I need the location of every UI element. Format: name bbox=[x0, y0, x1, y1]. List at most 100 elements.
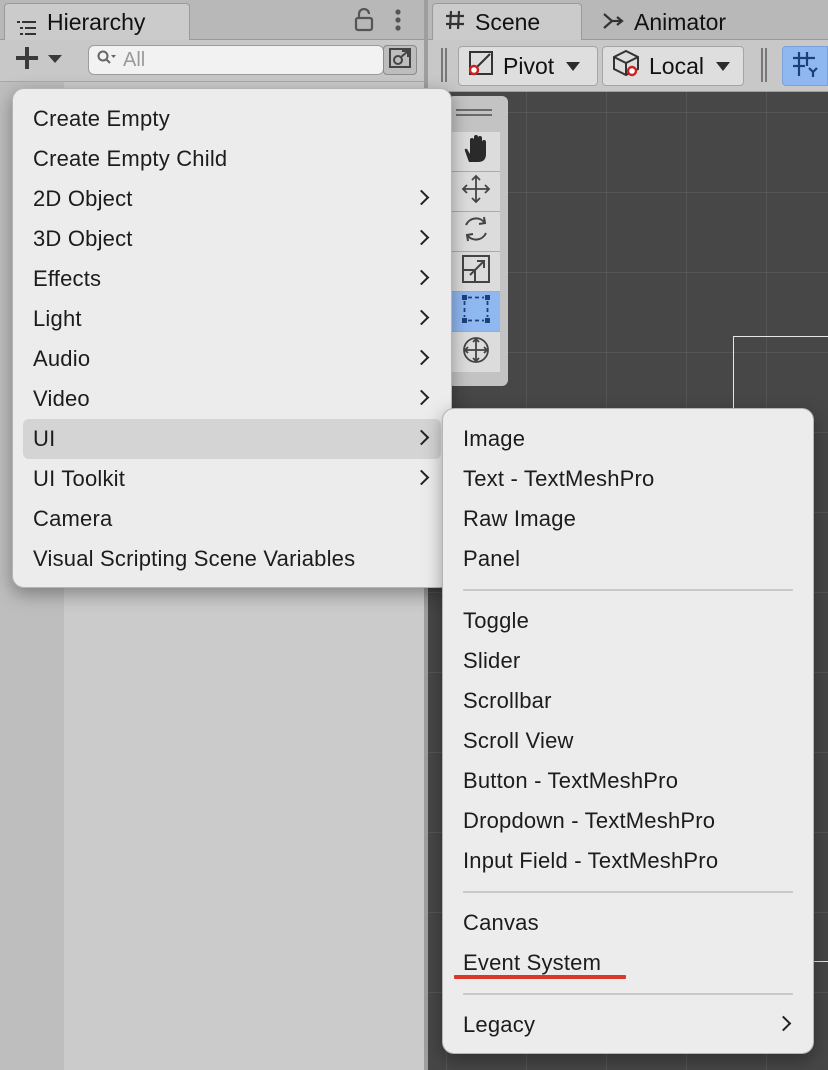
submenu-item-text-textmeshpro[interactable]: Text - TextMeshPro bbox=[453, 459, 803, 499]
menu-item-create-empty[interactable]: Create Empty bbox=[23, 99, 441, 139]
menu-item-label: Event System bbox=[463, 950, 602, 975]
search-input[interactable] bbox=[123, 48, 363, 72]
menu-item-video[interactable]: Video bbox=[23, 379, 441, 419]
menu-separator bbox=[463, 589, 793, 591]
pivot-dropdown[interactable]: Pivot bbox=[458, 46, 598, 86]
menu-item-label: UI Toolkit bbox=[33, 466, 126, 491]
menu-item-label: Button - TextMeshPro bbox=[463, 768, 679, 793]
create-dropdown-button[interactable] bbox=[10, 44, 70, 76]
menu-item-label: Visual Scripting Scene Variables bbox=[33, 546, 356, 571]
rect-transform-icon bbox=[460, 293, 492, 330]
lock-icon[interactable] bbox=[354, 7, 374, 37]
menu-item-label: Video bbox=[33, 386, 90, 411]
submenu-item-image[interactable]: Image bbox=[453, 419, 803, 459]
menu-item-label: Canvas bbox=[463, 910, 539, 935]
menu-item-label: Slider bbox=[463, 648, 521, 673]
menu-item-label: Toggle bbox=[463, 608, 530, 633]
chevron-right-icon bbox=[413, 429, 430, 446]
animator-tab[interactable]: Animator bbox=[588, 3, 788, 41]
grid-snap-toggle[interactable] bbox=[782, 46, 828, 86]
menu-item-label: Input Field - TextMeshPro bbox=[463, 848, 719, 873]
menu-item-create-empty-child[interactable]: Create Empty Child bbox=[23, 139, 441, 179]
rotate-icon bbox=[460, 213, 492, 250]
chevron-right-icon bbox=[413, 469, 430, 486]
submenu-item-slider[interactable]: Slider bbox=[453, 641, 803, 681]
menu-item-label: Raw Image bbox=[463, 506, 577, 531]
submenu-item-button-textmeshpro[interactable]: Button - TextMeshPro bbox=[453, 761, 803, 801]
toolbar-grip-icon bbox=[440, 48, 448, 82]
menu-item-label: UI bbox=[33, 426, 56, 451]
hierarchy-search[interactable] bbox=[88, 45, 384, 75]
hand-icon bbox=[461, 134, 491, 169]
chevron-right-icon bbox=[413, 309, 430, 326]
chevron-right-icon bbox=[413, 389, 430, 406]
menu-item-2d-object[interactable]: 2D Object bbox=[23, 179, 441, 219]
hierarchy-toolbar bbox=[0, 40, 426, 82]
menu-item-label: 3D Object bbox=[33, 226, 133, 251]
toolbar-grip-icon bbox=[760, 48, 768, 82]
create-context-menu: Create Empty Create Empty Child 2D Objec… bbox=[12, 88, 452, 588]
menu-item-label: Scroll View bbox=[463, 728, 574, 753]
chevron-right-icon bbox=[413, 189, 430, 206]
menu-item-ui[interactable]: UI bbox=[23, 419, 441, 459]
dropdown-caret-icon bbox=[715, 61, 730, 71]
menu-item-visual-scripting-scene-variables[interactable]: Visual Scripting Scene Variables bbox=[23, 539, 441, 579]
hashtag-icon bbox=[445, 9, 465, 36]
chevron-right-icon bbox=[413, 229, 430, 246]
event-system-underline-annotation bbox=[454, 975, 626, 979]
menu-separator bbox=[463, 891, 793, 893]
menu-item-audio[interactable]: Audio bbox=[23, 339, 441, 379]
scene-tab-label: Scene bbox=[475, 9, 541, 35]
menu-item-effects[interactable]: Effects bbox=[23, 259, 441, 299]
rect-tool-button[interactable] bbox=[452, 292, 500, 332]
menu-item-label: Dropdown - TextMeshPro bbox=[463, 808, 716, 833]
search-scene-icon bbox=[388, 47, 412, 74]
local-space-icon bbox=[611, 48, 641, 84]
menu-item-label: Create Empty Child bbox=[33, 146, 228, 171]
chevron-right-icon bbox=[413, 349, 430, 366]
menu-separator bbox=[463, 993, 793, 995]
ui-submenu: Image Text - TextMeshPro Raw Image Panel… bbox=[442, 408, 814, 1054]
plus-icon bbox=[14, 45, 40, 76]
dropdown-caret-icon bbox=[566, 61, 581, 71]
chevron-down-icon bbox=[48, 51, 62, 69]
menu-item-label: Scrollbar bbox=[463, 688, 552, 713]
submenu-item-input-field-textmeshpro[interactable]: Input Field - TextMeshPro bbox=[453, 841, 803, 881]
move-tool-button[interactable] bbox=[452, 172, 500, 212]
menu-item-label: Image bbox=[463, 426, 526, 451]
submenu-item-scrollbar[interactable]: Scrollbar bbox=[453, 681, 803, 721]
chevron-right-icon bbox=[775, 1015, 792, 1032]
list-icon bbox=[17, 15, 37, 35]
move-arrows-icon bbox=[460, 173, 492, 210]
menu-item-label: Camera bbox=[33, 506, 113, 531]
transform-tool-button[interactable] bbox=[452, 332, 500, 372]
menu-item-label: Panel bbox=[463, 546, 521, 571]
menu-item-light[interactable]: Light bbox=[23, 299, 441, 339]
submenu-item-panel[interactable]: Panel bbox=[453, 539, 803, 579]
submenu-item-raw-image[interactable]: Raw Image bbox=[453, 499, 803, 539]
transform-icon bbox=[460, 334, 492, 371]
menu-item-label: 2D Object bbox=[33, 186, 133, 211]
search-icon bbox=[97, 49, 117, 72]
pivot-icon bbox=[467, 49, 495, 83]
scale-tool-button[interactable] bbox=[452, 252, 500, 292]
menu-item-camera[interactable]: Camera bbox=[23, 499, 441, 539]
menu-item-label: Text - TextMeshPro bbox=[463, 466, 655, 491]
menu-item-label: Light bbox=[33, 306, 82, 331]
menu-item-ui-toolkit[interactable]: UI Toolkit bbox=[23, 459, 441, 499]
space-dropdown[interactable]: Local bbox=[602, 46, 744, 86]
scene-tab[interactable]: Scene bbox=[432, 3, 582, 41]
submenu-item-legacy[interactable]: Legacy bbox=[453, 1005, 803, 1045]
hierarchy-tab[interactable]: Hierarchy bbox=[4, 3, 190, 41]
submenu-item-dropdown-textmeshpro[interactable]: Dropdown - TextMeshPro bbox=[453, 801, 803, 841]
submenu-item-scroll-view[interactable]: Scroll View bbox=[453, 721, 803, 761]
menu-item-3d-object[interactable]: 3D Object bbox=[23, 219, 441, 259]
submenu-item-toggle[interactable]: Toggle bbox=[453, 601, 803, 641]
more-options-icon[interactable] bbox=[390, 8, 406, 37]
tool-palette bbox=[448, 96, 508, 386]
hand-tool-button[interactable] bbox=[452, 132, 500, 172]
submenu-item-canvas[interactable]: Canvas bbox=[453, 903, 803, 943]
scene-search-button[interactable] bbox=[383, 45, 417, 75]
palette-grip-icon[interactable] bbox=[456, 105, 492, 116]
rotate-tool-button[interactable] bbox=[452, 212, 500, 252]
